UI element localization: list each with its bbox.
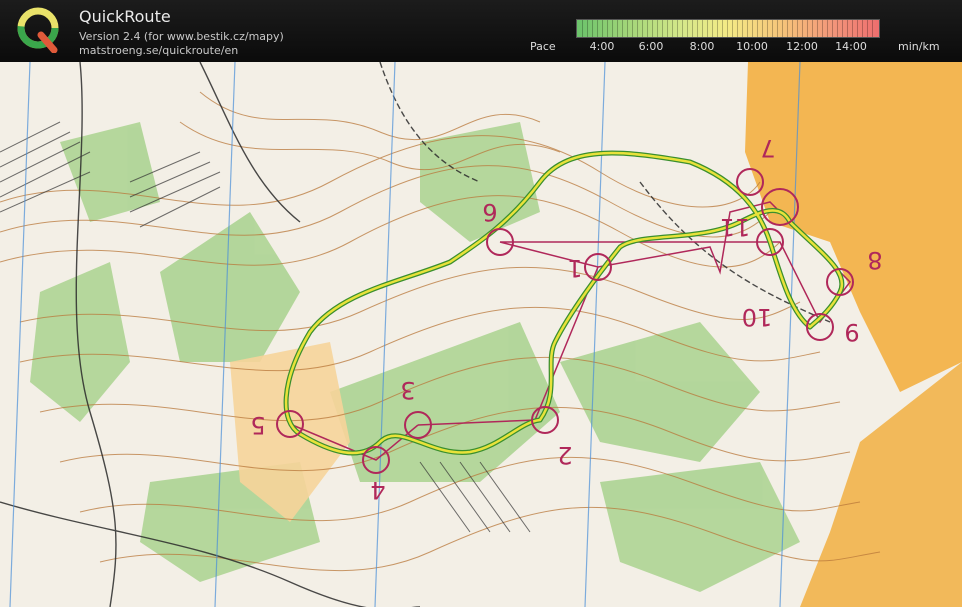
pace-scale-cell bbox=[692, 20, 693, 37]
pace-scale-cell bbox=[582, 20, 583, 37]
pace-scale-cell bbox=[707, 20, 708, 37]
pace-scale-cell bbox=[777, 20, 778, 37]
control-number-11: 11 bbox=[720, 213, 751, 241]
quickroute-window: QuickRoute Version 2.4 (for www.bestik.c… bbox=[0, 0, 962, 607]
pace-tick: 12:00 bbox=[786, 40, 818, 53]
pace-scale-cell bbox=[732, 20, 733, 37]
pace-scale-cell bbox=[752, 20, 753, 37]
pace-scale-cell bbox=[847, 20, 848, 37]
pace-scale-cell bbox=[712, 20, 713, 37]
pace-scale-cell bbox=[792, 20, 793, 37]
pace-scale-cell bbox=[717, 20, 718, 37]
pace-scale-cell bbox=[802, 20, 803, 37]
header-bar: QuickRoute Version 2.4 (for www.bestik.c… bbox=[0, 0, 962, 62]
pace-scale-cell bbox=[722, 20, 723, 37]
pace-scale-cell bbox=[617, 20, 618, 37]
pace-scale-cell bbox=[592, 20, 593, 37]
pace-scale-cell bbox=[767, 20, 768, 37]
pace-scale-cell bbox=[797, 20, 798, 37]
pace-scale-cell bbox=[742, 20, 743, 37]
pace-scale-cell bbox=[812, 20, 813, 37]
pace-scale-cell bbox=[737, 20, 738, 37]
pace-scale-cell bbox=[677, 20, 678, 37]
pace-scale-cell bbox=[857, 20, 858, 37]
pace-scale-cell bbox=[772, 20, 773, 37]
pace-tick: 14:00 bbox=[835, 40, 867, 53]
pace-scale-cell bbox=[662, 20, 663, 37]
pace-scale-cell bbox=[652, 20, 653, 37]
pace-scale-cell bbox=[782, 20, 783, 37]
pace-scale-cell bbox=[607, 20, 608, 37]
app-title: QuickRoute bbox=[79, 7, 171, 26]
pace-scale-cell bbox=[672, 20, 673, 37]
control-number-4: 4 bbox=[370, 476, 385, 504]
map-canvas[interactable]: 1 2 3 4 5 6 7 8 9 10 11 bbox=[0, 62, 962, 607]
pace-scale-cell bbox=[822, 20, 823, 37]
orienteering-map[interactable]: 1 2 3 4 5 6 7 8 9 10 11 bbox=[0, 62, 962, 607]
control-number-3: 3 bbox=[400, 376, 415, 404]
control-number-10: 10 bbox=[742, 303, 773, 331]
control-number-8: 8 bbox=[867, 246, 882, 274]
pace-scale-cell bbox=[632, 20, 633, 37]
pace-scale-cell bbox=[817, 20, 818, 37]
pace-label: Pace bbox=[530, 40, 556, 53]
pace-scale-cell bbox=[697, 20, 698, 37]
control-number-6: 6 bbox=[482, 198, 497, 226]
pace-scale-cell bbox=[642, 20, 643, 37]
pace-scale-cell bbox=[747, 20, 748, 37]
pace-scale-cell bbox=[727, 20, 728, 37]
control-number-1: 1 bbox=[567, 254, 582, 282]
pace-color-scale bbox=[576, 19, 880, 38]
pace-scale-cell bbox=[647, 20, 648, 37]
pace-scale-cell bbox=[602, 20, 603, 37]
pace-scale-cell bbox=[587, 20, 588, 37]
pace-scale-cell bbox=[667, 20, 668, 37]
control-number-7: 7 bbox=[760, 134, 775, 162]
pace-scale-cell bbox=[807, 20, 808, 37]
control-number-5: 5 bbox=[250, 411, 265, 439]
pace-scale-cell bbox=[682, 20, 683, 37]
pace-scale-cell bbox=[867, 20, 868, 37]
pace-scale-cell bbox=[842, 20, 843, 37]
pace-scale-cell bbox=[597, 20, 598, 37]
pace-scale-cell bbox=[627, 20, 628, 37]
pace-scale-cell bbox=[872, 20, 873, 37]
pace-scale-cell bbox=[757, 20, 758, 37]
pace-scale-cell bbox=[852, 20, 853, 37]
control-number-9: 9 bbox=[844, 318, 859, 346]
pace-scale-cell bbox=[862, 20, 863, 37]
pace-scale-cell bbox=[702, 20, 703, 37]
pace-scale-cell bbox=[612, 20, 613, 37]
control-number-2: 2 bbox=[557, 441, 572, 469]
pace-tick: 6:00 bbox=[638, 40, 664, 53]
pace-scale-cell bbox=[837, 20, 838, 37]
pace-scale-cell bbox=[832, 20, 833, 37]
pace-tick: 10:00 bbox=[736, 40, 768, 53]
pace-scale-cell bbox=[787, 20, 788, 37]
pace-unit: min/km bbox=[898, 40, 940, 53]
app-version: Version 2.4 (for www.bestik.cz/mapy) bbox=[79, 30, 284, 43]
pace-scale-cell bbox=[637, 20, 638, 37]
pace-scale-cell bbox=[687, 20, 688, 37]
pace-scale-cell bbox=[622, 20, 623, 37]
quickroute-logo-icon bbox=[17, 7, 59, 53]
app-url[interactable]: matstroeng.se/quickroute/en bbox=[79, 44, 238, 57]
pace-scale-cell bbox=[657, 20, 658, 37]
pace-scale-cell bbox=[827, 20, 828, 37]
pace-tick: 8:00 bbox=[689, 40, 715, 53]
pace-tick: 4:00 bbox=[589, 40, 615, 53]
pace-scale-cell bbox=[762, 20, 763, 37]
